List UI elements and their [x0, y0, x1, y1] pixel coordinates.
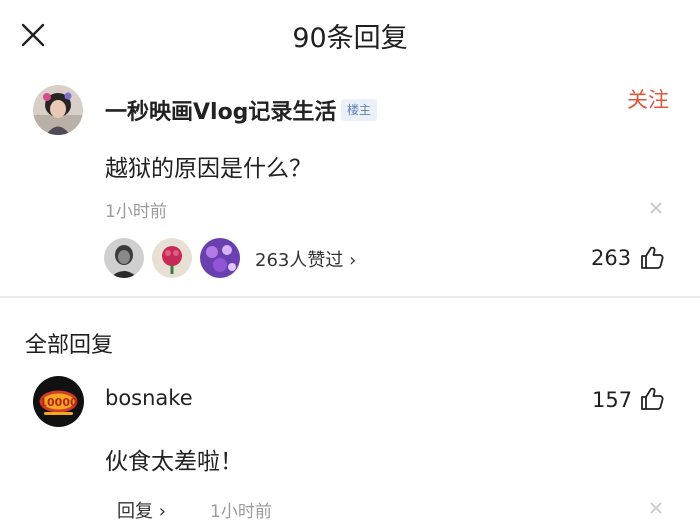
op-badge: 楼主: [341, 99, 378, 121]
page-title: 90条回复: [292, 23, 408, 54]
post-content: 越狱的原因是什么？: [105, 156, 312, 182]
reply-like-count: 157: [592, 388, 633, 412]
reply-author-avatar-image: 10000: [33, 376, 84, 427]
reply-author-avatar[interactable]: 10000: [33, 376, 84, 427]
post-timestamp: 1小时前: [105, 202, 167, 222]
author-avatar-image: [33, 85, 83, 135]
likers-row[interactable]: 263人赞过 ›: [104, 238, 364, 278]
liker-avatar: [152, 238, 192, 278]
avatar-badge-text: 10000: [39, 396, 78, 409]
liker-avatar: [104, 238, 144, 278]
thumbs-up-icon[interactable]: [639, 245, 665, 271]
reply-timestamp: 1小时前: [210, 502, 272, 522]
author-avatar[interactable]: [33, 85, 83, 135]
liker-avatar: [200, 238, 240, 278]
author-name[interactable]: 一秒映画Vlog记录生活: [105, 94, 336, 126]
reply-content: 伙食太差啦！: [105, 449, 243, 475]
dismiss-icon[interactable]: [648, 200, 664, 216]
post-like-count: 263: [591, 246, 632, 270]
reply-author-name[interactable]: bosnake: [105, 386, 193, 410]
section-divider: [0, 296, 700, 298]
original-post: 一秒映画Vlog记录生活 楼主 关注 越狱的原因是什么？ 1小时前 263人赞过…: [0, 72, 700, 296]
top-bar: 90条回复: [0, 0, 700, 72]
thumbs-up-icon[interactable]: [639, 386, 665, 412]
reply-button[interactable]: 回复 ›: [117, 497, 166, 523]
likers-summary[interactable]: 263人赞过 ›: [255, 246, 356, 272]
dismiss-icon[interactable]: [648, 500, 664, 516]
follow-button[interactable]: 关注: [627, 84, 669, 114]
all-replies-title: 全部回复: [25, 333, 114, 358]
